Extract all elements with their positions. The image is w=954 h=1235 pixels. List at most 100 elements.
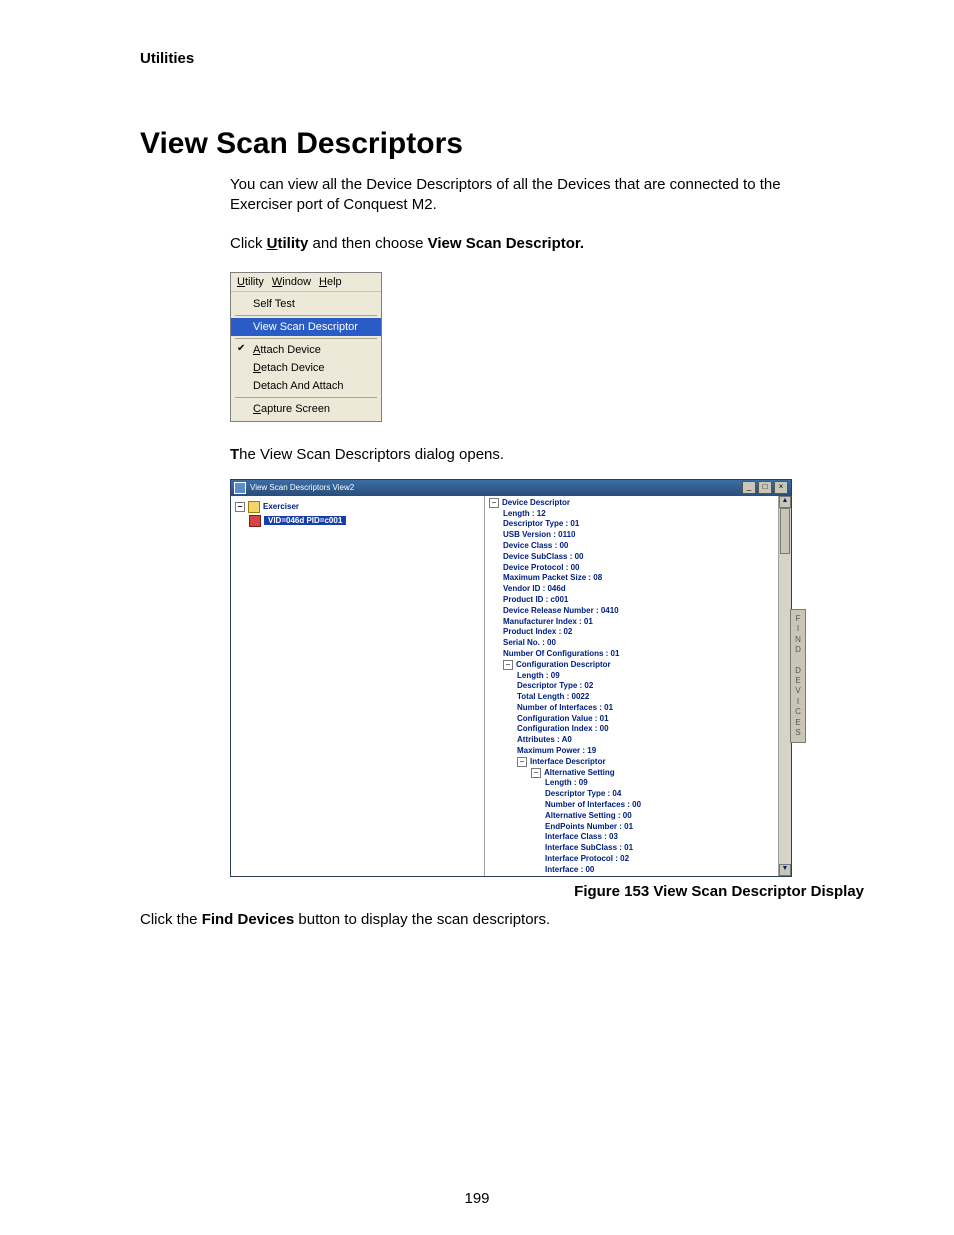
list-item: Number of Interfaces : 00	[489, 800, 787, 811]
list-item: Attributes : A0	[489, 735, 787, 746]
utility-menu-screenshot: Utility Window Help Self Test View Scan …	[230, 272, 382, 422]
separator	[235, 338, 377, 339]
menu-item-view-scan-descriptor[interactable]: View Scan Descriptor	[231, 318, 381, 336]
scroll-up-button[interactable]: ▲	[779, 496, 791, 508]
menu-item-attach-device[interactable]: Attach Device	[231, 341, 381, 359]
tree-root[interactable]: − Exerciser	[235, 500, 480, 514]
list-item[interactable]: −Configuration Descriptor	[489, 660, 787, 671]
menu-item-detach-and-attach[interactable]: Detach And Attach	[231, 377, 381, 395]
collapse-icon[interactable]: −	[531, 768, 541, 778]
list-item: Length : 09	[489, 671, 787, 682]
running-header: Utilities	[140, 50, 864, 67]
list-item: Descriptor Type : 02	[489, 681, 787, 692]
label: apture Screen	[261, 403, 330, 415]
hotkey: C	[253, 403, 261, 415]
window-titlebar[interactable]: View Scan Descriptors View2 _ □ ×	[231, 480, 791, 496]
tree-child[interactable]: VID=046d PID=c001	[249, 514, 480, 528]
collapse-icon[interactable]: −	[489, 498, 499, 508]
label: ttach Device	[260, 344, 321, 356]
menu-help[interactable]: Help	[319, 276, 342, 288]
label: etach Device	[261, 362, 325, 374]
list-item: Device Class : 00	[489, 541, 787, 552]
menu-item-capture-screen[interactable]: Capture Screen	[231, 400, 381, 418]
list-item: Interface Protocol : 02	[489, 854, 787, 865]
find-devices-label: FINDDEVICES	[791, 614, 805, 739]
hotkey: D	[253, 362, 261, 374]
menu-utility[interactable]: Utility	[237, 276, 264, 288]
list-item: Number of Interfaces : 01	[489, 703, 787, 714]
view-scan-descriptors-window: View Scan Descriptors View2 _ □ × − Exer…	[230, 479, 792, 877]
text: and then choose	[308, 235, 427, 252]
menu-name: View Scan Descriptor.	[428, 235, 584, 252]
separator	[235, 315, 377, 316]
label: indow	[282, 276, 311, 288]
text: button to display the scan descriptors.	[294, 911, 550, 928]
collapse-icon[interactable]: −	[503, 660, 513, 670]
label: elp	[327, 276, 342, 288]
list-item: Length : 12	[489, 509, 787, 520]
menu-item-self-test[interactable]: Self Test	[231, 295, 381, 313]
list-item: USB Version : 0110	[489, 530, 787, 541]
text: Click	[230, 235, 267, 252]
list-item: Product Index : 02	[489, 627, 787, 638]
hotkey: H	[319, 276, 327, 288]
list-item: Number Of Configurations : 01	[489, 649, 787, 660]
text: Click the	[140, 911, 202, 928]
label: tility	[245, 276, 264, 288]
caption-dialog-opens: The View Scan Descriptors dialog opens.	[230, 446, 864, 463]
page-number: 199	[0, 1190, 954, 1207]
list-item[interactable]: −Device Descriptor	[489, 498, 787, 509]
para-find-devices: Click the Find Devices button to display…	[140, 910, 740, 930]
tree-root-label: Exerciser	[263, 502, 299, 511]
drop-cap: T	[230, 446, 239, 463]
device-icon	[249, 515, 261, 527]
menubar: Utility Window Help	[231, 273, 381, 292]
find-devices-tab[interactable]: FINDDEVICES	[790, 609, 806, 744]
button-name: Find Devices	[202, 911, 295, 928]
list-item: Descriptor Type : 01	[489, 519, 787, 530]
list-item: Interface Class : 03	[489, 832, 787, 843]
figure-caption: Figure 153 View Scan Descriptor Display	[230, 883, 864, 900]
menu-dropdown: Self Test View Scan Descriptor Attach De…	[231, 292, 381, 421]
collapse-icon[interactable]: −	[517, 757, 527, 767]
scroll-down-button[interactable]: ▼	[779, 864, 791, 876]
text: tility	[278, 235, 309, 252]
separator	[235, 397, 377, 398]
tree-child-label: VID=046d PID=c001	[264, 516, 346, 525]
menu-item-detach-device[interactable]: Detach Device	[231, 359, 381, 377]
list-item: Product ID : c001	[489, 595, 787, 606]
minimize-button[interactable]: _	[742, 481, 756, 494]
hotkey: U	[237, 276, 245, 288]
list-item[interactable]: −Interface Descriptor	[489, 757, 787, 768]
list-item: Vendor ID : 046d	[489, 584, 787, 595]
list-item: Configuration Value : 01	[489, 714, 787, 725]
close-button[interactable]: ×	[774, 481, 788, 494]
list-item: Alternative Setting : 00	[489, 811, 787, 822]
list-item: Device Protocol : 00	[489, 563, 787, 574]
list-item: Interface : 00	[489, 865, 787, 876]
hotkey: W	[272, 276, 282, 288]
device-tree[interactable]: − Exerciser VID=046d PID=c001	[231, 496, 485, 876]
list-item: Interface SubClass : 01	[489, 843, 787, 854]
descriptor-list: −Device Descriptor Length : 12 Descripto…	[489, 498, 787, 876]
maximize-button[interactable]: □	[758, 481, 772, 494]
list-item[interactable]: −Alternative Setting	[489, 768, 787, 779]
list-item: Maximum Packet Size : 08	[489, 573, 787, 584]
instruction-para: Click Utility and then choose View Scan …	[230, 234, 830, 254]
list-item: Manufacturer Index : 01	[489, 617, 787, 628]
list-item: Device Release Number : 0410	[489, 606, 787, 617]
list-item: Length : 09	[489, 778, 787, 789]
collapse-icon[interactable]: −	[235, 502, 245, 512]
scroll-thumb[interactable]	[780, 508, 790, 554]
menu-window[interactable]: Window	[272, 276, 311, 288]
list-item: Descriptor Type : 04	[489, 789, 787, 800]
list-item: Maximum Power : 19	[489, 746, 787, 757]
hotkey-u: U	[267, 235, 278, 252]
intro-para: You can view all the Device Descriptors …	[230, 175, 830, 216]
app-icon	[234, 482, 246, 494]
list-item: Configuration Index : 00	[489, 724, 787, 735]
list-item: Device SubClass : 00	[489, 552, 787, 563]
page-title: View Scan Descriptors	[140, 127, 864, 161]
list-item: Serial No. : 00	[489, 638, 787, 649]
list-item: EndPoints Number : 01	[489, 822, 787, 833]
